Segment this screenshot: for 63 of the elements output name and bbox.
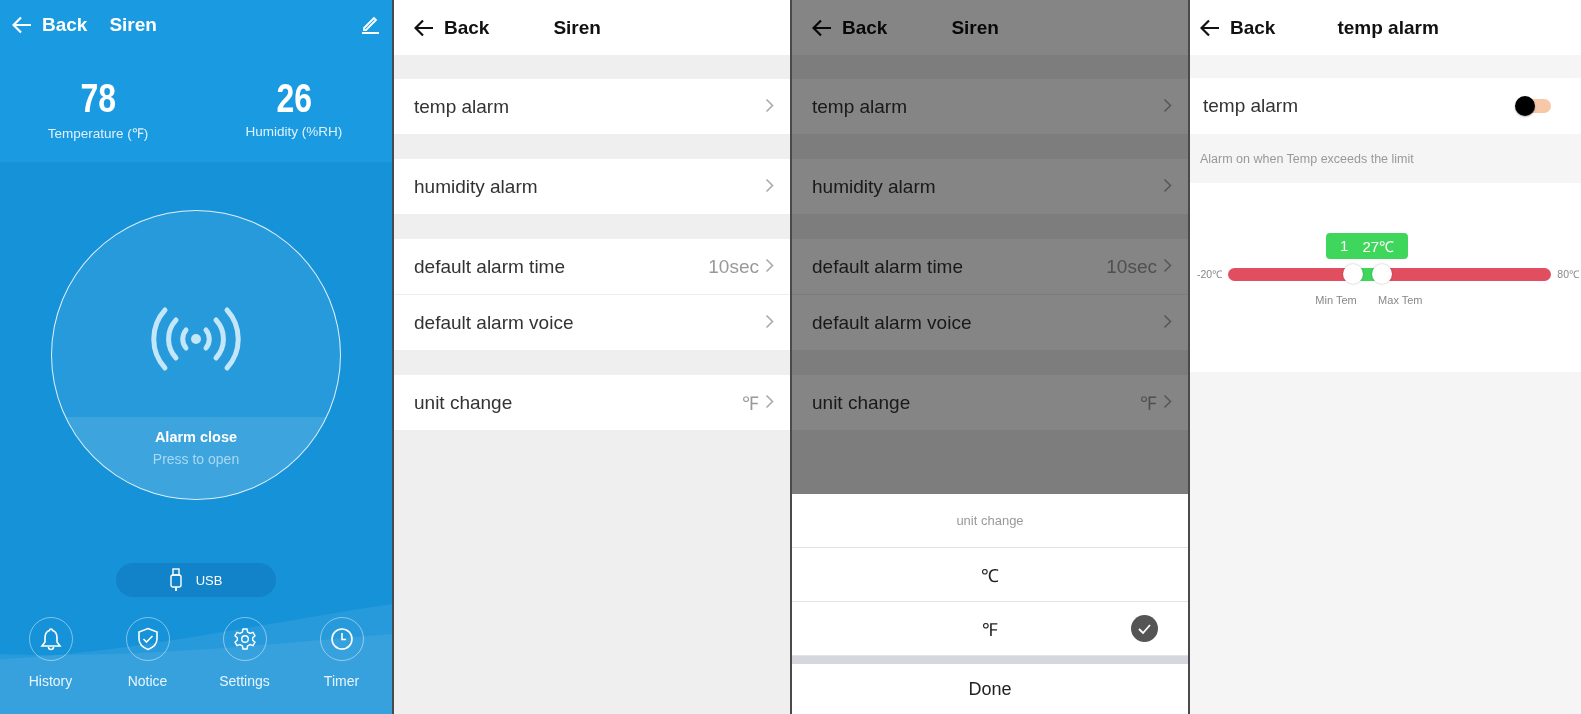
sheet-title: unit change (792, 494, 1188, 548)
back-arrow-icon (1200, 18, 1220, 37)
clock-icon (329, 627, 354, 651)
back-button[interactable]: Back (12, 14, 88, 36)
back-arrow-icon (812, 18, 832, 37)
screen-title: Siren (553, 16, 601, 39)
alarm-status: Alarm close (154, 429, 238, 445)
settings-row[interactable]: temp alarm (394, 79, 790, 135)
back-arrow-icon (12, 16, 32, 34)
chevron-right-icon (1163, 177, 1172, 193)
edit-icon[interactable] (360, 14, 380, 34)
usb-plug-icon (169, 568, 182, 592)
reading-label: Humidity (%RH) (245, 124, 343, 139)
chevron-right-icon (765, 257, 774, 273)
settings-row[interactable]: humidity alarm (792, 159, 1188, 215)
back-button[interactable]: Back (812, 16, 888, 39)
settings-row[interactable]: unit change ℉ (792, 375, 1188, 431)
setting-value: ℉ (1140, 391, 1157, 416)
shield-check-icon (136, 627, 159, 651)
checkmark-icon (1131, 615, 1158, 642)
settings-row[interactable]: default alarm voice (792, 295, 1188, 351)
settings-row[interactable]: default alarm voice (394, 295, 790, 351)
signal-waves-icon (150, 306, 242, 372)
back-button[interactable]: Back (414, 16, 490, 39)
settings-row[interactable]: temp alarm (792, 79, 1188, 135)
chevron-right-icon (765, 313, 774, 329)
thumb-label: Min Tem (1315, 293, 1357, 306)
range-min-label: -20℃ (1197, 267, 1223, 281)
setting-value: 10sec (708, 255, 759, 278)
reading-value: 78 (80, 76, 116, 120)
chevron-right-icon (1163, 313, 1172, 329)
chevron-right-icon (1163, 97, 1172, 113)
unit-option[interactable]: ℃ (792, 548, 1188, 602)
settings-row[interactable]: unit change ℉ (394, 375, 790, 431)
back-button[interactable]: Back (1200, 16, 1276, 39)
power-source-label: USB (195, 572, 223, 588)
thumb-label: Max Tem (1378, 293, 1423, 306)
slider-thumb[interactable] (1342, 263, 1363, 284)
screen-title: Siren (951, 16, 999, 39)
bell-icon (39, 627, 62, 651)
chevron-right-icon (1163, 257, 1172, 273)
reading-value: 26 (276, 76, 312, 120)
toggle-switch[interactable] (1515, 96, 1551, 116)
chevron-right-icon (765, 97, 774, 113)
chevron-right-icon (1163, 393, 1172, 409)
reading-label: Temperature (℉) (47, 125, 149, 142)
value-tooltip: 1 27℃ (1326, 232, 1409, 259)
done-button[interactable]: Done (792, 664, 1188, 714)
setting-value: ℉ (742, 391, 759, 416)
range-max-label: 80℃ (1557, 267, 1579, 281)
alarm-hint: Press to open (152, 451, 240, 467)
chevron-right-icon (765, 177, 774, 193)
back-arrow-icon (414, 18, 434, 37)
settings-row[interactable]: humidity alarm (394, 159, 790, 215)
screen-title: Siren (109, 14, 157, 36)
screen-title: temp alarm (1337, 16, 1439, 39)
setting-label: temp alarm (1203, 95, 1299, 117)
alarm-button[interactable]: Alarm close Press to open (51, 210, 341, 500)
hint-text: Alarm on when Temp exceeds the limit (1199, 150, 1415, 168)
slider-thumb[interactable] (1371, 263, 1392, 284)
settings-icon (232, 627, 257, 651)
settings-row[interactable]: default alarm time 10sec (394, 239, 790, 295)
chevron-right-icon (765, 393, 774, 409)
